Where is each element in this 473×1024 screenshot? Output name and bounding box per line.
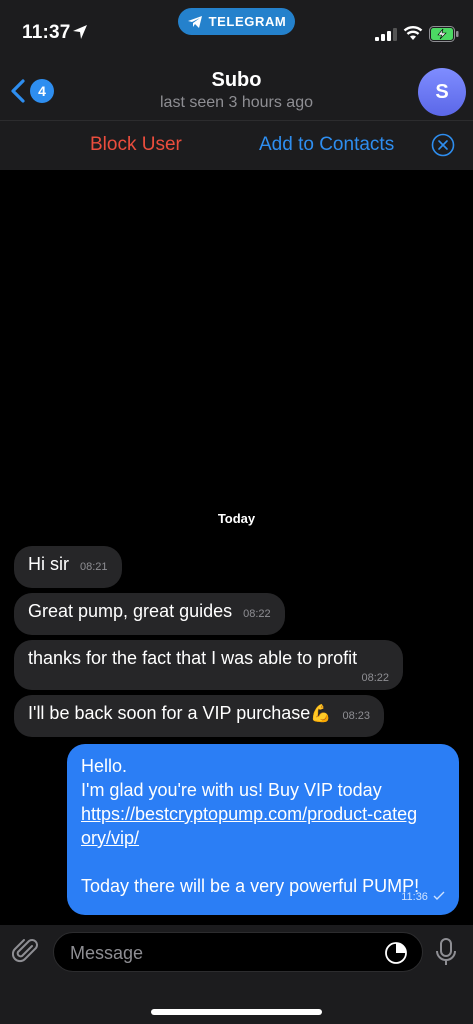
message-link[interactable]: https://bestcryptopump.com/product-categ… — [81, 802, 421, 850]
outgoing-message[interactable]: Hello. I'm glad you're with us! Buy VIP … — [67, 744, 459, 915]
chat-header: 4 Subo last seen 3 hours ago S — [0, 64, 473, 120]
incoming-message[interactable]: thanks for the fact that I was able to p… — [14, 640, 403, 690]
message-time: 08:22 — [361, 672, 389, 684]
message-text: Hi sir — [28, 554, 69, 574]
wifi-icon — [403, 26, 423, 40]
message-text: Great pump, great guides — [28, 601, 233, 621]
incoming-message[interactable]: Hi sir 08:21 — [14, 546, 122, 588]
home-indicator[interactable] — [151, 1009, 322, 1015]
location-arrow-icon — [73, 25, 87, 39]
message-list[interactable]: Today Hi sir 08:21 Great pump, great gui… — [0, 170, 473, 925]
message-time: 08:22 — [243, 608, 271, 620]
microphone-icon[interactable] — [433, 937, 459, 967]
telegram-icon — [187, 15, 202, 28]
message-line: Hello. — [81, 756, 128, 776]
message-time: 08:21 — [80, 561, 108, 573]
message-line: Today there will be a very powerful PUMP… — [81, 876, 420, 896]
battery-charging-icon — [429, 26, 459, 42]
message-text: I'll be back soon for a VIP purchase — [28, 703, 311, 723]
avatar[interactable]: S — [418, 68, 466, 116]
close-icon[interactable] — [431, 133, 455, 157]
chat-title[interactable]: Subo — [0, 69, 473, 92]
telegram-pill-label: TELEGRAM — [208, 14, 287, 29]
cellular-signal-icon — [375, 28, 397, 41]
status-bar: 11:37 TELEGRAM — [0, 0, 473, 64]
incoming-message[interactable]: Great pump, great guides 08:22 — [14, 593, 285, 635]
attach-paperclip-icon[interactable] — [12, 937, 40, 965]
line-spacer — [81, 850, 445, 874]
flexed-biceps-emoji: 💪 — [310, 704, 332, 723]
message-time-text: 11:36 — [401, 891, 428, 903]
message-placeholder: Message — [70, 943, 144, 963]
date-separator: Today — [217, 511, 256, 526]
telegram-return-pill[interactable]: TELEGRAM — [178, 8, 295, 35]
last-seen-status: last seen 3 hours ago — [160, 94, 313, 111]
message-text: thanks for the fact that I was able to p… — [28, 648, 358, 668]
sent-check-icon — [433, 891, 445, 900]
message-input[interactable]: Message — [53, 932, 423, 972]
contact-action-bar: Block User Add to Contacts — [0, 120, 473, 170]
message-time: 11:36 — [401, 885, 445, 909]
status-time: 11:37 — [22, 22, 71, 43]
incoming-message[interactable]: I'll be back soon for a VIP purchase💪 08… — [14, 695, 384, 737]
sticker-icon[interactable] — [384, 941, 408, 965]
block-user-button[interactable]: Block User — [90, 134, 182, 156]
add-to-contacts-button[interactable]: Add to Contacts — [259, 134, 394, 156]
message-input-bar: Message — [0, 925, 473, 1024]
message-line: I'm glad you're with us! Buy VIP today — [81, 780, 382, 800]
message-time: 08:23 — [342, 710, 370, 722]
